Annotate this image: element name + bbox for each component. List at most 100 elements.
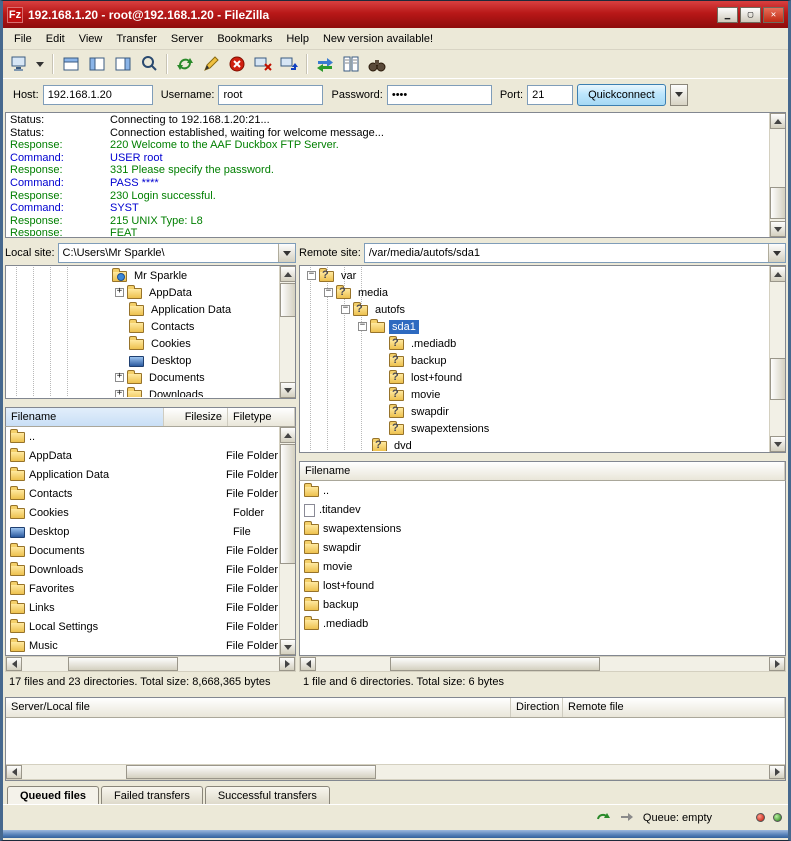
tree-item[interactable]: Mr Sparkle xyxy=(7,267,278,284)
scroll-right-icon[interactable] xyxy=(769,657,785,671)
queue-direction-header[interactable]: Direction xyxy=(511,698,563,717)
scroll-left-icon[interactable] xyxy=(300,657,316,671)
port-input[interactable] xyxy=(527,85,573,105)
tree-expander[interactable] xyxy=(358,322,367,331)
toggle-local-tree-button[interactable] xyxy=(85,52,109,76)
local-splitter[interactable] xyxy=(5,399,296,407)
tree-item[interactable]: backup xyxy=(301,352,768,369)
tree-item[interactable]: Desktop xyxy=(7,352,278,369)
tree-item[interactable]: sda1 xyxy=(301,318,768,335)
file-row[interactable]: Local Settings File Folder xyxy=(6,617,278,636)
tree-item[interactable]: Application Data xyxy=(7,301,278,318)
menu-item[interactable]: Server xyxy=(164,30,210,48)
scroll-up-icon[interactable] xyxy=(770,113,786,129)
tree-item[interactable]: var xyxy=(301,267,768,284)
filename-column-header[interactable]: Filename xyxy=(6,408,164,426)
password-input[interactable] xyxy=(387,85,492,105)
synchronized-browsing-button[interactable] xyxy=(339,52,363,76)
process-queue-button[interactable] xyxy=(199,52,223,76)
scrollbar-thumb[interactable] xyxy=(280,444,296,564)
file-row[interactable]: swapdir xyxy=(300,538,785,557)
file-row[interactable]: .. xyxy=(6,427,278,446)
file-row[interactable]: Links File Folder xyxy=(6,598,278,617)
scrollbar-thumb[interactable] xyxy=(126,765,376,779)
file-row[interactable]: Desktop File xyxy=(6,522,278,541)
directory-comparison-button[interactable] xyxy=(313,52,337,76)
file-row[interactable]: Cookies Folder xyxy=(6,503,278,522)
menu-item[interactable]: Transfer xyxy=(109,30,164,48)
file-row[interactable]: Contacts File Folder xyxy=(6,484,278,503)
minimize-button[interactable]: ▁ xyxy=(717,7,738,23)
scroll-down-icon[interactable] xyxy=(770,221,786,237)
find-files-button[interactable] xyxy=(365,52,389,76)
tree-item[interactable]: autofs xyxy=(301,301,768,318)
local-tree-scrollbar[interactable] xyxy=(279,266,295,398)
tree-expander[interactable] xyxy=(307,271,316,280)
queue-tab[interactable]: Successful transfers xyxy=(205,786,330,804)
scroll-down-icon[interactable] xyxy=(770,436,786,452)
file-row[interactable]: movie xyxy=(300,557,785,576)
menu-item[interactable]: File xyxy=(7,30,39,48)
file-row[interactable]: Downloads File Folder xyxy=(6,560,278,579)
file-row[interactable]: .mediadb xyxy=(300,614,785,633)
file-row[interactable]: Favorites File Folder xyxy=(6,579,278,598)
scrollbar-thumb[interactable] xyxy=(68,657,178,671)
tree-item[interactable]: swapextensions xyxy=(301,420,768,437)
scroll-up-icon[interactable] xyxy=(280,266,296,282)
scroll-right-icon[interactable] xyxy=(769,765,785,779)
host-input[interactable] xyxy=(43,85,153,105)
file-row[interactable]: .. xyxy=(300,481,785,500)
close-button[interactable]: ✕ xyxy=(763,7,784,23)
local-site-combo[interactable] xyxy=(58,243,296,263)
scroll-down-icon[interactable] xyxy=(280,382,296,398)
tree-item[interactable]: Documents xyxy=(7,369,278,386)
toggle-queue-button[interactable] xyxy=(137,52,161,76)
tree-item[interactable]: .mediadb xyxy=(301,335,768,352)
toggle-remote-tree-button[interactable] xyxy=(111,52,135,76)
tree-item[interactable]: Cookies xyxy=(7,335,278,352)
file-row[interactable]: .titandev xyxy=(300,500,785,519)
remote-splitter[interactable] xyxy=(299,453,786,461)
menu-item[interactable]: New version available! xyxy=(316,30,440,48)
filesize-column-header[interactable]: Filesize xyxy=(164,408,228,426)
file-row[interactable]: Application Data File Folder xyxy=(6,465,278,484)
tree-expander[interactable] xyxy=(341,305,350,314)
tree-item[interactable]: dvd xyxy=(301,437,768,451)
tree-item[interactable]: swapdir xyxy=(301,403,768,420)
tree-item[interactable]: lost+found xyxy=(301,369,768,386)
scroll-down-icon[interactable] xyxy=(280,639,296,655)
file-row[interactable]: AppData File Folder xyxy=(6,446,278,465)
tree-expander[interactable] xyxy=(115,288,124,297)
file-row[interactable]: backup xyxy=(300,595,785,614)
menu-item[interactable]: Edit xyxy=(39,30,72,48)
remote-tree-scrollbar[interactable] xyxy=(769,266,785,452)
scroll-up-icon[interactable] xyxy=(770,266,786,282)
queue-local-file-header[interactable]: Server/Local file xyxy=(6,698,511,717)
local-site-input[interactable] xyxy=(59,245,278,261)
disconnect-button[interactable] xyxy=(251,52,275,76)
tree-item[interactable]: Downloads xyxy=(7,386,278,397)
toggle-message-log-button[interactable] xyxy=(59,52,83,76)
reconnect-button[interactable] xyxy=(277,52,301,76)
remote-list-hscrollbar[interactable] xyxy=(299,656,786,672)
tree-item[interactable]: media xyxy=(301,284,768,301)
scrollbar-thumb[interactable] xyxy=(390,657,600,671)
directory-comparison-status-icon[interactable] xyxy=(619,810,635,826)
scroll-left-icon[interactable] xyxy=(6,765,22,779)
file-row[interactable]: Documents File Folder xyxy=(6,541,278,560)
file-row[interactable]: swapextensions xyxy=(300,519,785,538)
local-list-scrollbar[interactable] xyxy=(279,427,295,655)
scrollbar-thumb[interactable] xyxy=(280,283,296,317)
local-site-dropdown-button[interactable] xyxy=(278,244,295,262)
refresh-button[interactable] xyxy=(173,52,197,76)
cancel-operation-button[interactable] xyxy=(225,52,249,76)
remote-site-combo[interactable] xyxy=(364,243,786,263)
queue-hscrollbar[interactable] xyxy=(6,764,785,780)
site-manager-button[interactable] xyxy=(7,52,31,76)
menu-item[interactable]: View xyxy=(72,30,110,48)
queue-tab[interactable]: Failed transfers xyxy=(101,786,203,804)
tree-expander[interactable] xyxy=(115,373,124,382)
scrollbar-thumb[interactable] xyxy=(770,187,786,219)
queue-remote-file-header[interactable]: Remote file xyxy=(563,698,785,717)
sync-browsing-status-icon[interactable] xyxy=(595,810,611,826)
